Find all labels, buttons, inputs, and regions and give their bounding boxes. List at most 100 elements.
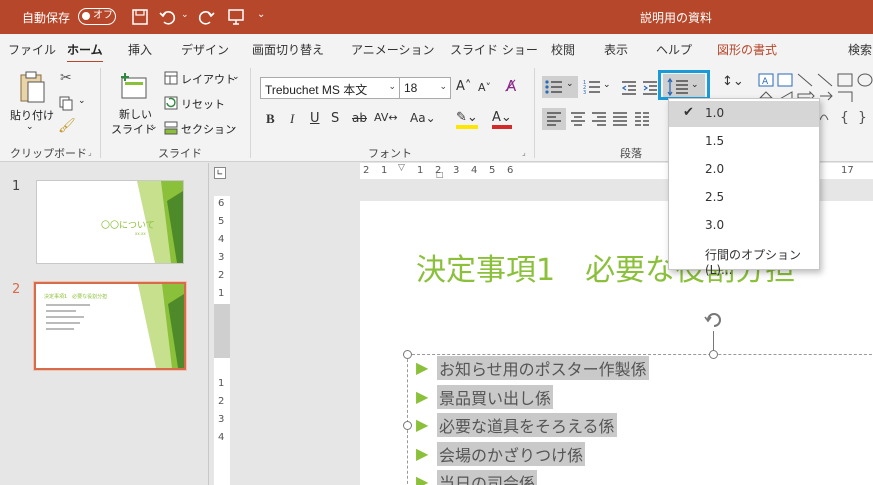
paste-dropdown-icon[interactable]: ⌄ (26, 122, 34, 132)
line-spacing-option-2-0[interactable]: 2.0 (669, 157, 819, 183)
bullets-button[interactable]: ⌄ (542, 76, 578, 98)
presentation-icon[interactable] (226, 7, 246, 27)
rotate-handle-icon[interactable] (703, 309, 725, 331)
first-line-indent-marker[interactable]: ▽ (398, 163, 405, 173)
bullet-item[interactable]: 景品買い出し係 (437, 385, 554, 409)
cut-icon[interactable]: ✂ (60, 70, 72, 86)
layout-label[interactable]: レイアウト (181, 71, 236, 87)
left-indent-marker[interactable]: □ (436, 170, 444, 179)
highlight-color-icon[interactable]: ✎⌄ (456, 111, 478, 129)
align-left-button[interactable] (542, 108, 566, 130)
italic-icon[interactable]: I (290, 111, 294, 127)
section-icon[interactable] (164, 121, 178, 135)
tab-transitions[interactable]: 画面切り替え (252, 41, 324, 58)
copy-icon[interactable] (58, 95, 74, 111)
bold-icon[interactable]: B (266, 111, 275, 127)
justify-icon[interactable] (612, 111, 628, 127)
decrease-indent-icon[interactable] (621, 79, 637, 95)
redo-icon[interactable] (196, 7, 216, 27)
underline-icon[interactable]: U (310, 111, 320, 126)
thumbnail-title: 決定事項1 必要な役割分担 (44, 294, 108, 300)
font-size-box[interactable]: 18 ⌄ (399, 77, 451, 99)
strikethrough-icon[interactable]: ab (352, 111, 367, 125)
align-right-icon[interactable] (591, 111, 607, 127)
paste-label[interactable]: 貼り付け (10, 107, 54, 123)
increase-indent-icon[interactable] (642, 79, 658, 95)
tab-insert[interactable]: 挿入 (128, 41, 152, 58)
save-icon[interactable] (130, 7, 150, 27)
line-spacing-option-3-0[interactable]: 3.0 (669, 213, 819, 239)
align-center-icon[interactable] (570, 111, 586, 127)
resize-handle-left[interactable] (403, 421, 412, 430)
change-case-icon[interactable]: Aa⌄ (410, 111, 436, 125)
autosave-toggle[interactable]: オフ (78, 8, 116, 25)
option-label: 3.0 (705, 218, 725, 232)
line-spacing-option-2-5[interactable]: 2.5 (669, 185, 819, 211)
character-spacing-icon[interactable]: AV↔ (374, 111, 398, 124)
increase-font-icon[interactable]: A˄ (456, 79, 471, 94)
new-slide-icon[interactable] (118, 70, 148, 102)
line-spacing-option-1-5[interactable]: 1.5 (669, 129, 819, 155)
group-label-font: フォント (368, 147, 412, 160)
tab-selector[interactable]: ∟ (214, 167, 226, 179)
shadow-icon[interactable]: S (331, 111, 339, 126)
tab-search[interactable]: 検索 (848, 41, 872, 58)
group-label-clipboard: クリップボード (10, 147, 87, 160)
svg-text:3: 3 (583, 90, 586, 95)
paste-icon[interactable] (18, 70, 46, 104)
line-spacing-highlight (658, 70, 710, 100)
layout-icon[interactable] (164, 71, 178, 85)
tab-review[interactable]: 校閲 (551, 41, 575, 58)
resize-handle-top[interactable] (709, 350, 718, 359)
tab-file[interactable]: ファイル (8, 41, 56, 58)
bullet-item[interactable]: 必要な道具をそろえる係 (437, 413, 617, 437)
ruler-tick: 1 (218, 288, 225, 299)
reset-label[interactable]: リセット (181, 96, 225, 112)
line-spacing-options-more[interactable]: 行間のオプション(L)... (669, 241, 819, 277)
clipboard-launcher-icon[interactable]: ⌟ (88, 148, 92, 157)
bullet-item[interactable]: 会場のかざりつけ係 (437, 442, 586, 466)
font-color-icon[interactable]: A⌄ (492, 111, 512, 129)
tab-home[interactable]: ホーム (67, 41, 103, 64)
new-slide-dropdown-icon[interactable]: ⌄ (150, 122, 158, 132)
clear-formatting-icon[interactable]: A̸ (506, 77, 516, 95)
section-label[interactable]: セクション (181, 121, 236, 137)
tab-shape-format[interactable]: 図形の書式 (717, 41, 777, 58)
vertical-ruler[interactable]: 6 5 4 3 2 1 1 2 3 4 (214, 196, 230, 485)
section-dropdown-icon[interactable]: ⌄ (230, 122, 238, 132)
bullet-item[interactable]: 当日の司会係 (437, 470, 538, 485)
checkmark-icon: ✔ (683, 105, 694, 120)
font-launcher-icon[interactable]: ⌟ (522, 148, 526, 157)
layout-dropdown-icon[interactable]: ⌄ (232, 72, 240, 82)
format-painter-icon[interactable]: 🖌 (58, 118, 76, 134)
font-size-dropdown-icon[interactable]: ⌄ (439, 81, 447, 92)
bullet-icon: ▶ (416, 444, 429, 463)
font-name-box[interactable]: Trebuchet MS 本文 ⌄ (260, 77, 400, 99)
tab-design[interactable]: デザイン (181, 41, 229, 58)
font-name-dropdown-icon[interactable]: ⌄ (388, 81, 396, 92)
line-spacing-option-1-0[interactable]: ✔ 1.0 (669, 101, 819, 127)
tab-slideshow[interactable]: スライド ショー (450, 41, 538, 58)
new-slide-label-1[interactable]: 新しい (119, 106, 152, 122)
ruler-tick: 4 (218, 432, 225, 443)
slide-thumbnail-2[interactable]: 決定事項1 必要な役割分担 (33, 281, 187, 371)
tab-animations[interactable]: アニメーション (351, 41, 435, 58)
columns-icon[interactable] (634, 111, 650, 127)
customize-toolbar-icon[interactable]: ⌄ (257, 9, 277, 29)
text-direction-icon[interactable]: ↕⌄ (722, 74, 744, 89)
bullet-icon: ▶ (416, 387, 429, 406)
tab-help[interactable]: ヘルプ (656, 41, 692, 58)
pane-divider[interactable] (208, 163, 209, 485)
tab-view[interactable]: 表示 (604, 41, 628, 58)
new-slide-label-2[interactable]: スライド (111, 121, 155, 137)
ruler-tick: 1 (417, 165, 424, 176)
numbering-dropdown-icon[interactable]: ⌄ (603, 80, 611, 90)
decrease-font-icon[interactable]: A˅ (478, 81, 491, 94)
undo-icon[interactable] (158, 7, 178, 27)
bullet-item[interactable]: お知らせ用のポスター作製係 (437, 356, 649, 380)
slide-thumbnail-1[interactable]: 〇〇について xx.xx (36, 180, 184, 264)
copy-dropdown-icon[interactable]: ⌄ (78, 96, 86, 106)
resize-handle-top-left[interactable] (403, 350, 412, 359)
numbering-icon[interactable]: 123 (583, 79, 601, 95)
reset-icon[interactable] (164, 96, 178, 110)
